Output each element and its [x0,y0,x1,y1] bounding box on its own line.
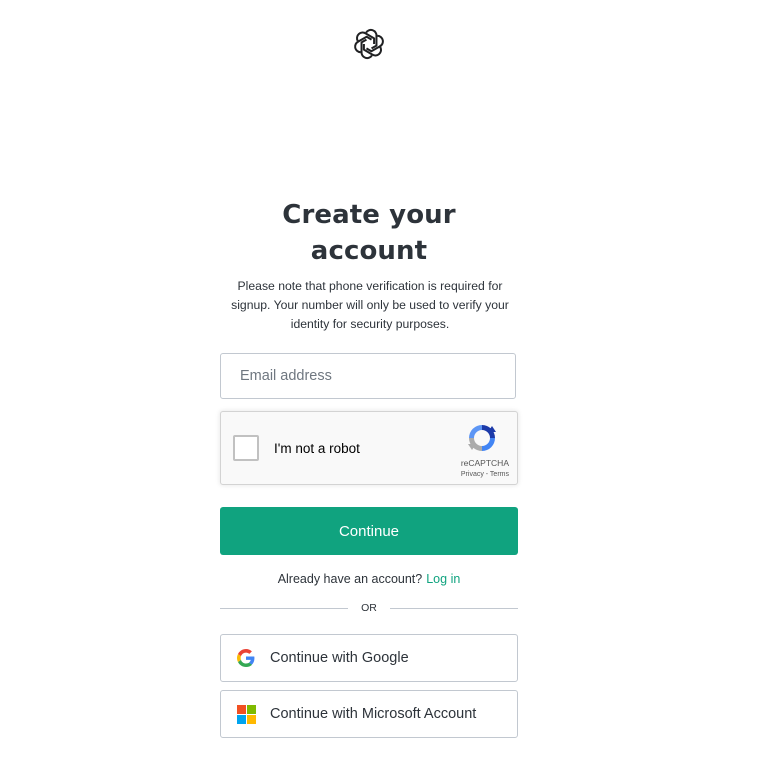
openai-logo-icon [353,28,385,60]
recaptcha-checkbox[interactable] [233,435,259,461]
signup-page: Create your account Please note that pho… [0,0,760,759]
recaptcha-logo-icon [466,422,498,454]
login-prompt: Already have an account? Log in [220,572,518,586]
continue-button[interactable]: Continue [220,507,518,555]
google-icon [237,649,255,667]
recaptcha-widget: I'm not a robot reCAPTCHA Privacy - Term… [220,411,518,485]
email-field-container [220,353,516,399]
recaptcha-label: I'm not a robot [274,441,360,456]
signup-form-container: Create your account Please note that pho… [220,197,518,738]
google-button-label: Continue with Google [270,650,409,666]
phone-verification-note: Please note that phone verification is r… [231,279,509,331]
divider-line-right [389,607,518,609]
divider-line-left [220,607,349,609]
microsoft-icon [237,705,256,724]
page-title: Create your account [282,200,456,266]
continue-with-microsoft-button[interactable]: Continue with Microsoft Account [220,690,518,738]
recaptcha-privacy-terms-links[interactable]: Privacy - Terms [461,471,509,478]
microsoft-button-label: Continue with Microsoft Account [270,706,477,722]
divider-label: OR [361,602,377,614]
email-field[interactable] [221,354,515,398]
continue-with-google-button[interactable]: Continue with Google [220,634,518,682]
recaptcha-brand: reCAPTCHA [460,458,509,468]
or-divider: OR [220,602,518,614]
login-prompt-text: Already have an account? [277,572,423,586]
login-link[interactable]: Log in [426,572,460,586]
